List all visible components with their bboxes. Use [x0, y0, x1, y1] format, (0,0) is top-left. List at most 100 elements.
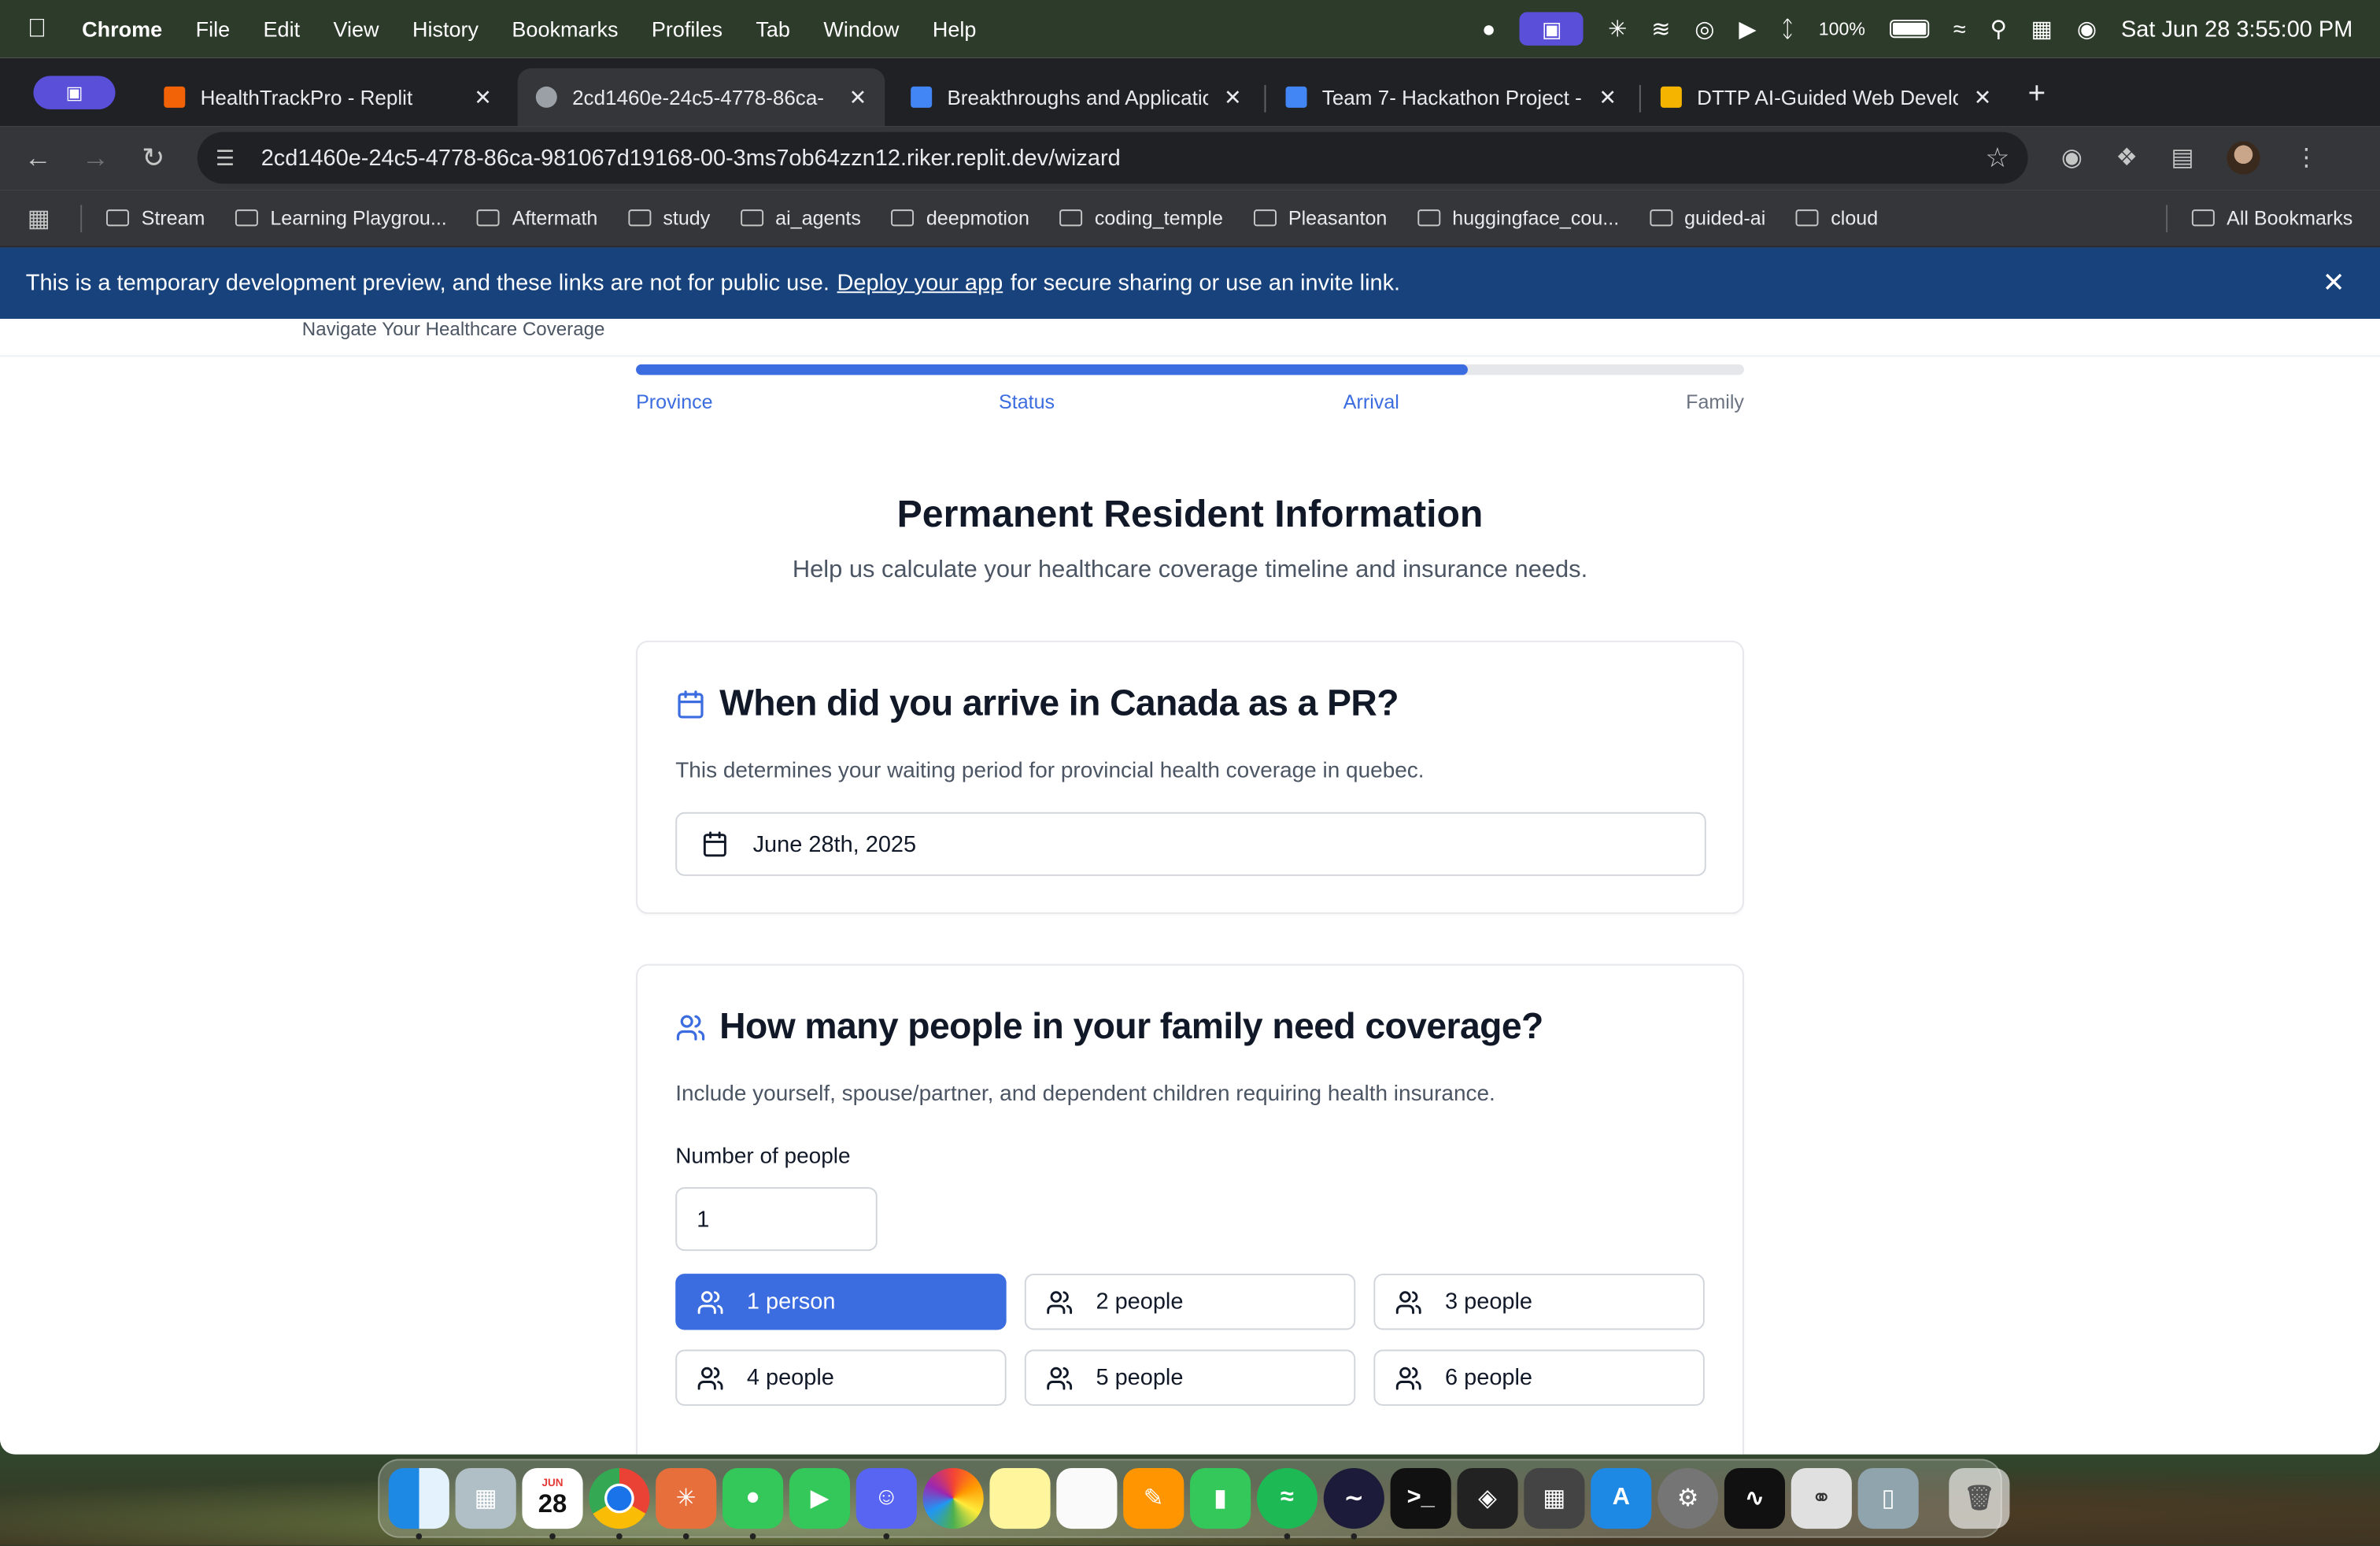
tab-wizard-active[interactable]: 2cd1460e-24c5-4778-86ca- ✕: [517, 68, 885, 127]
cookie-extension-icon[interactable]: ◉: [2061, 142, 2082, 173]
extensions-icon[interactable]: ❖: [2116, 142, 2138, 173]
arrival-date-picker[interactable]: June 28th, 2025: [675, 812, 1706, 876]
menu-tab[interactable]: Tab: [756, 17, 790, 41]
bookmark-folder[interactable]: Learning Playgrou...: [235, 206, 447, 229]
trash-icon[interactable]: 🗑: [1949, 1467, 2010, 1529]
windsurf-icon[interactable]: ∼: [1323, 1467, 1384, 1540]
bookmark-folder[interactable]: study: [627, 206, 710, 229]
tab-breakthroughs[interactable]: Breakthroughs and Applicatio ✕: [893, 68, 1260, 126]
spotify-icon[interactable]: ≈: [1256, 1467, 1318, 1540]
siri-icon[interactable]: ◉: [2077, 15, 2097, 43]
arrival-date-value: June 28th, 2025: [752, 830, 917, 857]
menu-history[interactable]: History: [412, 17, 479, 41]
option-1-person[interactable]: 1 person: [675, 1274, 1007, 1330]
screen-share-icon[interactable]: ▣: [1520, 12, 1584, 46]
close-banner-icon[interactable]: ✕: [2323, 267, 2345, 299]
all-bookmarks[interactable]: All Bookmarks: [2191, 206, 2352, 229]
bookmark-folder[interactable]: guided-ai: [1649, 206, 1765, 229]
option-5-people[interactable]: 5 people: [1024, 1349, 1356, 1406]
deploy-app-link[interactable]: Deploy your app: [837, 270, 1003, 296]
disk-utility-icon[interactable]: ⚭: [1791, 1467, 1852, 1529]
bookmark-folder[interactable]: cloud: [1795, 206, 1878, 229]
menubar-clock[interactable]: Sat Jun 28 3:55:00 PM: [2121, 16, 2352, 42]
close-tab-icon[interactable]: ✕: [1224, 84, 1242, 110]
bookmark-star-icon[interactable]: ☆: [1985, 142, 2009, 174]
discord-icon[interactable]: ☺: [856, 1467, 917, 1540]
iphone-mirroring-icon[interactable]: ▯: [1857, 1467, 1919, 1529]
bookmark-folder[interactable]: Pleasanton: [1253, 206, 1387, 229]
tab-dttp[interactable]: DTTP AI-Guided Web Develop ✕: [1643, 68, 2010, 126]
menu-window[interactable]: Window: [823, 17, 899, 41]
calendar-app-icon[interactable]: JUN 28: [522, 1467, 583, 1540]
address-url[interactable]: 2cd1460e-24c5-4778-86ca-981067d19168-00-…: [261, 145, 1986, 171]
chrome-app-icon[interactable]: [589, 1467, 650, 1540]
play-icon[interactable]: ▶: [1739, 15, 1756, 43]
close-tab-icon[interactable]: ✕: [849, 84, 867, 110]
close-tab-icon[interactable]: ✕: [1974, 84, 1992, 110]
wifi-icon[interactable]: ≈: [1953, 16, 1966, 42]
menu-profiles[interactable]: Profiles: [652, 17, 722, 41]
address-bar[interactable]: ☰ 2cd1460e-24c5-4778-86ca-981067d19168-0…: [197, 131, 2028, 184]
apps-grid-icon[interactable]: ▦: [28, 202, 50, 233]
docs-favicon-icon: [911, 86, 933, 108]
menu-view[interactable]: View: [334, 17, 379, 41]
messages-icon[interactable]: ●: [722, 1467, 784, 1540]
apple-menu-icon[interactable]: : [28, 13, 55, 44]
calculator-icon[interactable]: ▦: [1524, 1467, 1585, 1529]
stickies-icon[interactable]: [989, 1467, 1051, 1529]
forward-icon[interactable]: →: [76, 142, 115, 174]
profile-switcher-icon[interactable]: ▣: [33, 76, 116, 109]
menu-edit[interactable]: Edit: [264, 17, 301, 41]
facetime-icon[interactable]: ▶: [789, 1467, 851, 1529]
new-tab-icon[interactable]: +: [2028, 77, 2046, 112]
more-menu-icon[interactable]: ⋮: [2294, 142, 2319, 173]
bookmark-folder[interactable]: huggingface_cou...: [1417, 206, 1619, 229]
claude-app-icon[interactable]: ✳: [656, 1467, 717, 1540]
tab-healthtrackpro[interactable]: HealthTrackPro - Replit ✕: [146, 68, 510, 126]
option-4-people[interactable]: 4 people: [675, 1349, 1007, 1406]
option-3-people[interactable]: 3 people: [1373, 1274, 1705, 1330]
tab-search-icon[interactable]: ▤: [2171, 142, 2194, 173]
chrome-window: ▣ HealthTrackPro - Replit ✕ 2cd1460e-24c…: [0, 57, 2380, 1455]
system-settings-icon[interactable]: ⚙: [1658, 1467, 1719, 1529]
tab-team7[interactable]: Team 7- Hackathon Project - ✕: [1267, 68, 1635, 126]
photos-icon[interactable]: [922, 1467, 984, 1529]
bookmark-folder[interactable]: ai_agents: [740, 206, 861, 229]
users-icon: [697, 1366, 723, 1389]
menu-bookmarks[interactable]: Bookmarks: [512, 17, 618, 41]
notes-icon[interactable]: [1056, 1467, 1118, 1529]
terminal-icon[interactable]: >_: [1390, 1467, 1451, 1529]
app-store-icon[interactable]: A: [1591, 1467, 1652, 1529]
bookmark-folder[interactable]: Aftermath: [477, 206, 597, 229]
close-tab-icon[interactable]: ✕: [474, 84, 492, 110]
cube-app-icon[interactable]: ◈: [1457, 1467, 1518, 1529]
option-6-people[interactable]: 6 people: [1373, 1349, 1705, 1406]
back-icon[interactable]: ←: [18, 142, 57, 174]
launchpad-icon[interactable]: ▦: [455, 1467, 516, 1529]
bookmark-label: Stream: [141, 206, 205, 230]
bookmark-folder[interactable]: deepmotion: [891, 206, 1029, 229]
pages-icon[interactable]: ✎: [1123, 1467, 1184, 1529]
menu-app-name[interactable]: Chrome: [82, 17, 162, 41]
spotlight-search-icon[interactable]: ⚲: [1990, 15, 2007, 43]
record-indicator-icon[interactable]: ●: [1482, 16, 1495, 42]
control-center-icon[interactable]: ▦: [2031, 15, 2053, 43]
bookmark-folder[interactable]: Stream: [106, 206, 205, 229]
activity-monitor-icon[interactable]: ∿: [1724, 1467, 1786, 1529]
option-2-people[interactable]: 2 people: [1024, 1274, 1356, 1330]
airdrop-icon[interactable]: ◎: [1694, 15, 1714, 43]
numbers-icon[interactable]: ▮: [1190, 1467, 1251, 1529]
menu-file[interactable]: File: [196, 17, 231, 41]
sparkle-icon[interactable]: ✳: [1608, 15, 1627, 43]
profile-avatar[interactable]: [2227, 141, 2261, 175]
finder-icon[interactable]: [388, 1467, 449, 1540]
battery-icon[interactable]: [1889, 20, 1930, 39]
reload-icon[interactable]: ↻: [134, 142, 173, 174]
broadcast-icon[interactable]: ≋: [1651, 15, 1670, 43]
close-tab-icon[interactable]: ✕: [1598, 84, 1617, 110]
menu-help[interactable]: Help: [933, 17, 977, 41]
bookmark-folder[interactable]: coding_temple: [1059, 206, 1223, 229]
bluetooth-icon[interactable]: ᛨ: [1781, 16, 1794, 42]
number-of-people-input[interactable]: 1: [675, 1187, 878, 1252]
site-info-icon[interactable]: ☰: [216, 145, 249, 171]
